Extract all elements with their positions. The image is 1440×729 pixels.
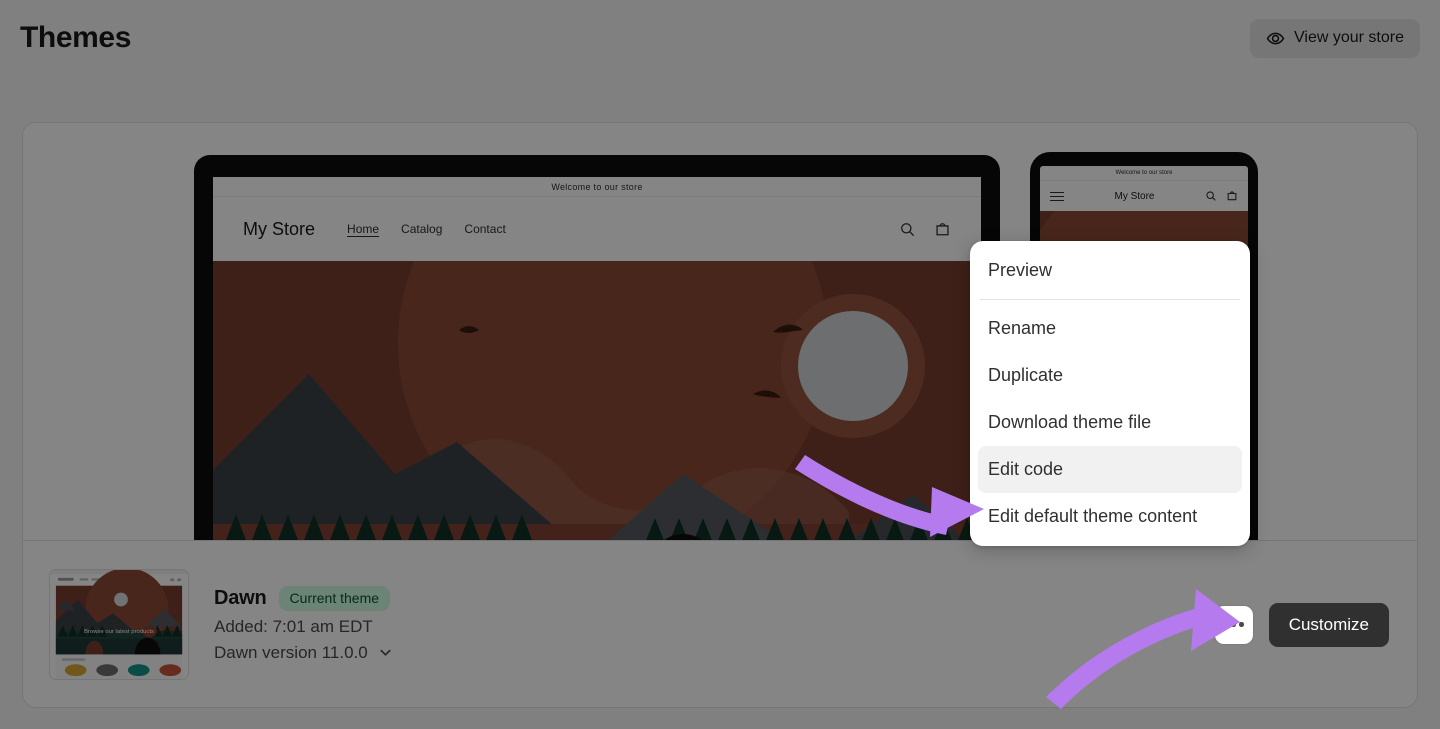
chevron-down-icon: [378, 645, 393, 660]
theme-version-disclosure[interactable]: Dawn version 11.0.0: [214, 643, 393, 663]
eye-icon: [1266, 29, 1285, 48]
menu-item-edit-code[interactable]: Edit code: [978, 446, 1242, 493]
customize-button[interactable]: Customize: [1268, 602, 1389, 647]
mobile-header-icons: [1205, 190, 1238, 202]
theme-info-row: Browse our latest products Dawn Current …: [23, 541, 1417, 707]
nav-item-home[interactable]: Home: [347, 222, 379, 236]
search-icon[interactable]: [899, 221, 916, 238]
cart-icon[interactable]: [934, 221, 951, 238]
menu-item-preview[interactable]: Preview: [978, 247, 1242, 294]
announcement-bar: Welcome to our store: [213, 177, 981, 197]
theme-version-label: Dawn version 11.0.0: [214, 642, 368, 662]
menu-item-duplicate[interactable]: Duplicate: [978, 352, 1242, 399]
theme-name: Dawn: [214, 586, 267, 609]
nav-item-catalog[interactable]: Catalog: [401, 222, 442, 236]
page-header: Themes View your store: [20, 14, 1420, 62]
more-options-button[interactable]: [1214, 605, 1253, 644]
search-icon[interactable]: [1205, 190, 1217, 202]
menu-item-download-theme-file[interactable]: Download theme file: [978, 399, 1242, 446]
menu-divider: [980, 299, 1240, 300]
storefront-header: My Store Home Catalog Contact: [213, 197, 981, 261]
desktop-screen: Welcome to our store My Store Home Catal…: [213, 177, 981, 540]
mobile-announcement-bar: Welcome to our store: [1040, 166, 1248, 181]
theme-actions-menu: Preview Rename Duplicate Download theme …: [970, 241, 1250, 546]
status-badge: Current theme: [278, 586, 391, 611]
theme-name-line: Dawn Current theme: [214, 586, 393, 611]
page-title: Themes: [20, 21, 131, 54]
nav-item-contact[interactable]: Contact: [464, 222, 505, 236]
theme-row-actions: Customize: [1214, 602, 1389, 647]
storefront-nav: Home Catalog Contact: [347, 222, 506, 236]
theme-meta: Dawn Current theme Added: 7:01 am EDT Da…: [214, 586, 393, 663]
storefront-hero-illustration: [213, 261, 981, 540]
storefront-header-icons: [899, 221, 951, 238]
cart-icon[interactable]: [1226, 190, 1238, 202]
view-your-store-button[interactable]: View your store: [1250, 18, 1420, 58]
menu-icon[interactable]: [1050, 191, 1064, 201]
storefront-logo: My Store: [243, 218, 316, 239]
mobile-storefront-logo: My Store: [1114, 190, 1155, 202]
theme-thumbnail: Browse our latest products: [49, 569, 189, 680]
menu-item-rename[interactable]: Rename: [978, 305, 1242, 352]
menu-item-edit-default-theme-content[interactable]: Edit default theme content: [978, 493, 1242, 540]
view-your-store-label: View your store: [1294, 29, 1404, 46]
mobile-storefront-header: My Store: [1040, 181, 1248, 211]
theme-added-timestamp: Added: 7:01 am EDT: [214, 616, 373, 636]
desktop-preview-frame: Welcome to our store My Store Home Catal…: [194, 155, 1000, 540]
svg-text:Browse our latest products: Browse our latest products: [84, 629, 154, 635]
